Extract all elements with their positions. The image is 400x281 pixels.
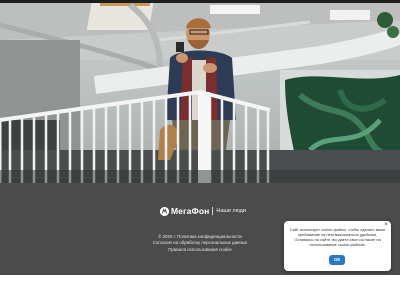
page-bottom: [0, 275, 400, 281]
cookie-ok-button[interactable]: ОК: [329, 255, 345, 265]
cookie-rules-link[interactable]: Правила использования cookie: [136, 247, 264, 253]
hero-illustration: [0, 0, 400, 183]
hero-photo: [0, 0, 400, 183]
footer-links: © 2020 г. Политика конфиденциальности Со…: [136, 234, 264, 253]
cookie-popup: × Сайт использует cookie-файлы, чтобы сд…: [284, 221, 391, 271]
brand-divider: [212, 207, 214, 215]
brand-name: МегаФон: [171, 206, 210, 216]
data-consent-link[interactable]: Согласие на обработку персональных данны…: [136, 240, 264, 246]
megafon-logo-icon: [160, 206, 169, 216]
brand-logo[interactable]: МегаФон Наши люди: [160, 205, 246, 217]
cookie-message: Сайт использует cookie-файлы, чтобы сдел…: [289, 227, 386, 247]
brand-slogan: Наши люди: [216, 208, 246, 214]
